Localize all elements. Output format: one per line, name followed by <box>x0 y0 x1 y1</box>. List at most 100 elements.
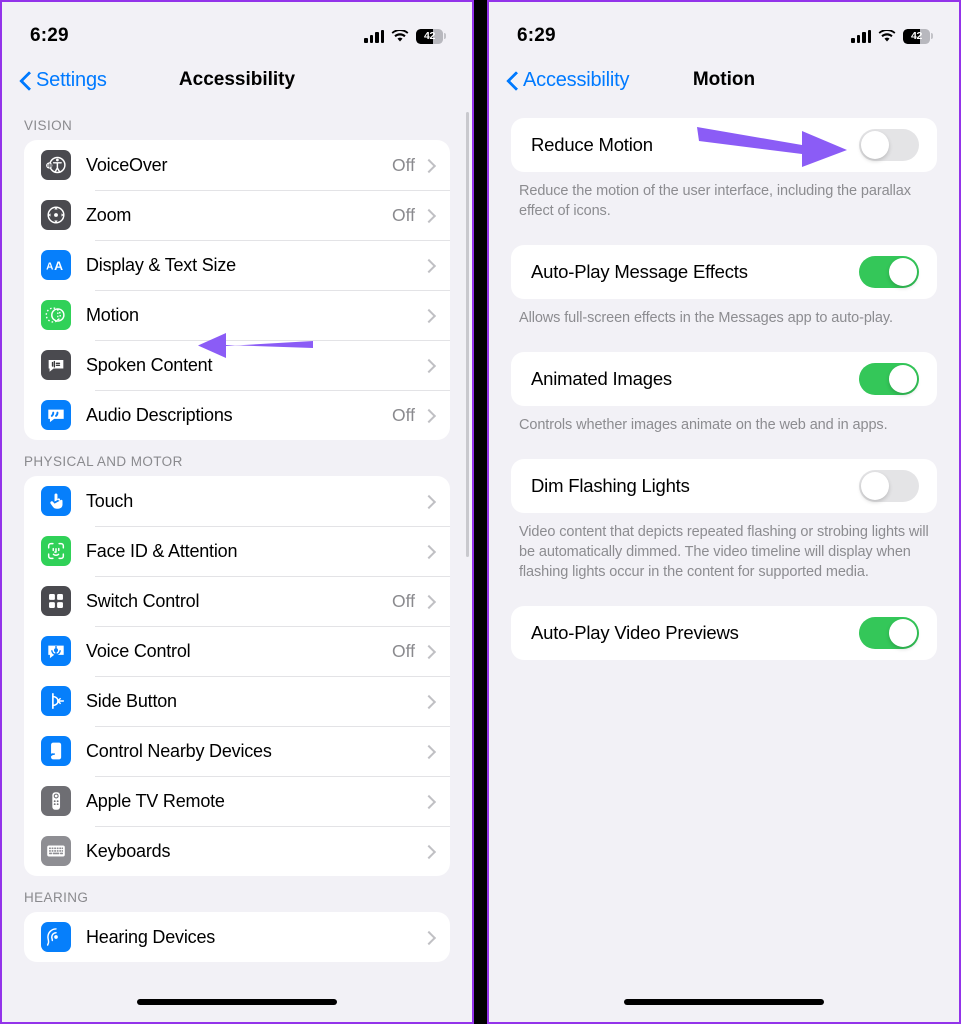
settings-row-hearing-devices[interactable]: Hearing Devices <box>24 912 450 962</box>
toggle-knob <box>889 365 917 393</box>
settings-row-label: Apple TV Remote <box>86 790 225 811</box>
settings-group: Hearing Devices <box>24 912 450 962</box>
settings-row-label: Control Nearby Devices <box>86 740 272 761</box>
settings-row-voiceover[interactable]: VoiceOver Off <box>24 140 450 190</box>
chevron-right-icon <box>424 358 433 373</box>
settings-row-value: Off <box>391 154 415 175</box>
settings-row-motion[interactable]: Motion <box>24 290 450 340</box>
setting-description: Reduce the motion of the user interface,… <box>519 183 911 219</box>
settings-group: VoiceOver Off Zoom Off A A Display & Text Size… <box>24 140 450 440</box>
setting-card: Dim Flashing Lights <box>511 459 937 513</box>
settings-row-face-id-attention[interactable]: Face ID & Attention <box>24 526 450 576</box>
chevron-right-icon <box>424 694 433 709</box>
motion-settings-list: Reduce Motion Reduce the motion of the us… <box>489 104 959 684</box>
keyboards-icon <box>41 836 71 866</box>
setting-label: Dim Flashing Lights <box>531 475 690 496</box>
chevron-right-icon <box>424 844 433 859</box>
settings-row-zoom[interactable]: Zoom Off <box>24 190 450 240</box>
screenshot-stage: 6:29 42 Settings Accessibility VISION Vo… <box>0 0 961 1024</box>
settings-row-label: VoiceOver <box>86 154 168 175</box>
cellular-bars-icon <box>851 29 871 43</box>
vertical-scrollbar[interactable] <box>465 112 469 557</box>
setting-card: Animated Images <box>511 352 937 406</box>
setting-row-auto-play-video-previews: Auto-Play Video Previews <box>511 606 937 660</box>
settings-row-label: Switch Control <box>86 590 200 611</box>
chevron-right-icon <box>424 258 433 273</box>
chevron-right-icon <box>424 594 433 609</box>
voice-control-icon <box>41 636 71 666</box>
toggle-animated-images[interactable] <box>859 363 919 395</box>
settings-row-touch[interactable]: Touch <box>24 476 450 526</box>
chevron-left-icon <box>507 71 518 90</box>
toggle-knob <box>861 131 889 159</box>
side-button-icon <box>41 686 71 716</box>
toggle-reduce-motion[interactable] <box>859 129 919 161</box>
voiceover-icon <box>41 150 71 180</box>
chevron-right-icon <box>424 644 433 659</box>
home-indicator <box>624 999 824 1005</box>
svg-text:A: A <box>54 259 63 273</box>
settings-row-voice-control[interactable]: Voice Control Off <box>24 626 450 676</box>
settings-row-audio-descriptions[interactable]: Audio Descriptions Off <box>24 390 450 440</box>
back-to-accessibility-button[interactable]: Accessibility <box>507 69 630 92</box>
battery-percent-label: 42 <box>910 30 923 42</box>
setting-label: Auto-Play Message Effects <box>531 261 748 282</box>
setting-row-dim-flashing-lights: Dim Flashing Lights <box>511 459 937 513</box>
settings-row-keyboards[interactable]: Keyboards <box>24 826 450 876</box>
settings-row-label: Audio Descriptions <box>86 404 233 425</box>
display-text-size-icon: AA <box>41 250 71 280</box>
motion-icon <box>41 300 71 330</box>
toggle-auto-play-video-previews[interactable] <box>859 617 919 649</box>
settings-row-apple-tv-remote[interactable]: Apple TV Remote <box>24 776 450 826</box>
battery-icon: 42 <box>903 28 933 44</box>
setting-description: Video content that depicts repeated flas… <box>519 524 929 580</box>
status-bar-clock: 6:29 <box>30 25 69 46</box>
section-header: PHYSICAL AND MOTOR <box>24 454 183 469</box>
face-id-icon <box>41 536 71 566</box>
setting-label: Auto-Play Video Previews <box>531 622 739 643</box>
settings-row-label: Side Button <box>86 690 177 711</box>
settings-row-display-text-size[interactable]: A A Display & Text Size <box>24 240 450 290</box>
section-header: VISION <box>24 118 73 133</box>
settings-row-label: Touch <box>86 490 134 511</box>
setting-row-auto-play-message-effects: Auto-Play Message Effects <box>511 245 937 299</box>
status-bar-left: 6:29 42 <box>2 2 472 56</box>
toggle-auto-play-message-effects[interactable] <box>859 256 919 288</box>
settings-row-label: Face ID & Attention <box>86 540 238 561</box>
back-button-label: Settings <box>36 68 107 91</box>
chevron-right-icon <box>424 494 433 509</box>
status-bar-indicators: 42 <box>851 28 933 44</box>
settings-row-spoken-content[interactable]: Spoken Content <box>24 340 450 390</box>
apple-tv-remote-icon <box>41 786 71 816</box>
settings-row-label: Spoken Content <box>86 354 213 375</box>
settings-row-label: Zoom <box>86 204 132 225</box>
status-bar-clock: 6:29 <box>517 25 556 46</box>
setting-row-animated-images: Animated Images <box>511 352 937 406</box>
settings-row-switch-control[interactable]: Switch Control Off <box>24 576 450 626</box>
wifi-icon <box>878 28 896 43</box>
section-header: HEARING <box>24 890 89 905</box>
cellular-bars-icon <box>364 29 384 43</box>
chevron-left-icon <box>20 71 31 90</box>
setting-card: Reduce Motion <box>511 118 937 172</box>
status-bar-right: 6:29 42 <box>489 2 959 56</box>
settings-row-label: Display & Text Size <box>86 254 236 275</box>
home-indicator <box>137 999 337 1005</box>
status-bar-indicators: 42 <box>364 28 446 44</box>
motion-settings-panel: 6:29 42 Accessibility Motion Reduce Moti… <box>487 0 961 1024</box>
accessibility-settings-panel: 6:29 42 Settings Accessibility VISION Vo… <box>0 0 474 1024</box>
toggle-dim-flashing-lights[interactable] <box>859 470 919 502</box>
setting-label: Animated Images <box>531 368 672 389</box>
chevron-right-icon <box>424 744 433 759</box>
settings-row-control-nearby-devices[interactable]: Control Nearby Devices <box>24 726 450 776</box>
settings-row-side-button[interactable]: Side Button <box>24 676 450 726</box>
chevron-right-icon <box>424 208 433 223</box>
chevron-right-icon <box>424 408 433 423</box>
setting-card: Auto-Play Video Previews <box>511 606 937 660</box>
setting-row-reduce-motion: Reduce Motion <box>511 118 937 172</box>
settings-group: Touch Face ID & Attention Switch Control Of… <box>24 476 450 876</box>
navigation-bar-left: Settings Accessibility <box>2 56 472 104</box>
hearing-devices-icon <box>41 922 71 952</box>
nearby-devices-icon <box>41 736 71 766</box>
back-to-settings-button[interactable]: Settings <box>20 69 107 92</box>
